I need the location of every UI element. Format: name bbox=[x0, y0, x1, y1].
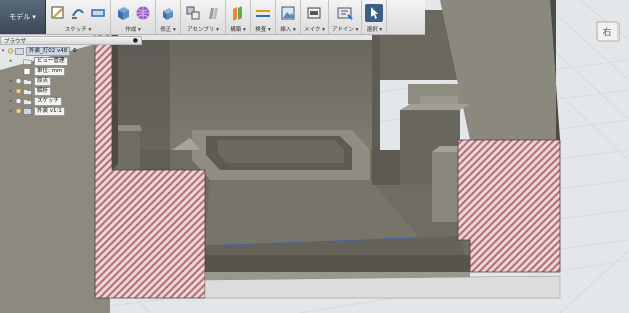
toolbar-group-label: 選択 ▾ bbox=[366, 27, 383, 33]
folder-icon bbox=[23, 58, 32, 65]
folder-icon bbox=[23, 78, 32, 85]
toolbar-group-sketch[interactable]: スケッチ ▾ bbox=[46, 0, 111, 34]
extrude-icon[interactable] bbox=[114, 4, 132, 22]
joint-icon[interactable] bbox=[204, 4, 222, 22]
tree-item-label: 外装 v1:1 bbox=[34, 106, 65, 116]
expand-arrow-icon[interactable]: ▸ bbox=[8, 108, 14, 114]
sketch-icon[interactable] bbox=[49, 4, 67, 22]
toolbar-group-addins[interactable]: アドイン ▾ bbox=[329, 0, 363, 34]
toolbar-group-label: 挿入 ▾ bbox=[280, 27, 296, 33]
toolbar-group-inspect[interactable]: 検査 ▾ bbox=[251, 0, 276, 34]
settings-icon[interactable]: ⚙ bbox=[72, 48, 77, 54]
visibility-bulb-icon[interactable] bbox=[15, 107, 22, 115]
tree-item-sketches[interactable]: ▸ スケッチ bbox=[0, 96, 110, 106]
tree-item-label: 外装_灯02 v48 bbox=[26, 46, 71, 56]
expand-arrow-icon[interactable]: ▸ bbox=[8, 88, 14, 94]
toolbar-group-modify[interactable]: 修正 ▾ bbox=[156, 0, 181, 34]
tree-item-label: 単位: mm bbox=[34, 66, 66, 76]
visibility-bulb-icon[interactable] bbox=[15, 77, 22, 85]
offset-plane-icon[interactable] bbox=[229, 4, 247, 22]
expand-arrow-icon[interactable]: ▸ bbox=[8, 98, 14, 104]
tree-item-label: 原点 bbox=[34, 76, 52, 86]
toolbar-group-label: スケッチ ▾ bbox=[64, 27, 92, 33]
expand-arrow-icon[interactable]: ▸ bbox=[8, 58, 14, 64]
3d-print-icon[interactable] bbox=[305, 4, 323, 22]
main-toolbar: モデル ▾ スケッチ ▾ 作成 ▾ 修正 ▾ アセンブリ ▾ 構築 ▾ 検査 ▾… bbox=[0, 0, 425, 35]
visibility-bulb-icon[interactable] bbox=[15, 97, 22, 105]
toolbar-group-construct[interactable]: 構築 ▾ bbox=[226, 0, 251, 34]
insert-image-icon[interactable] bbox=[279, 4, 297, 22]
select-cursor-icon[interactable] bbox=[365, 4, 384, 22]
tree-item-analysis[interactable]: ▸ 解析 bbox=[0, 86, 110, 96]
toolbar-group-create[interactable]: 作成 ▾ bbox=[111, 0, 156, 34]
arc-icon[interactable] bbox=[69, 4, 87, 22]
toolbar-group-label: 構築 ▾ bbox=[230, 27, 246, 33]
toolbar-group-insert[interactable]: 挿入 ▾ bbox=[276, 0, 301, 34]
folder-icon bbox=[23, 88, 32, 95]
tree-item-label: 解析 bbox=[34, 86, 52, 96]
tree-item-view-management[interactable]: ▸ ビュー管理 bbox=[0, 56, 110, 66]
toolbar-group-label: 修正 ▾ bbox=[160, 27, 176, 33]
toolbar-group-label: 検査 ▾ bbox=[255, 27, 271, 33]
scripts-icon[interactable] bbox=[336, 4, 354, 22]
collapse-arrow-icon[interactable]: ▾ bbox=[0, 48, 6, 54]
toolbar-group-label: アドイン ▾ bbox=[331, 27, 359, 33]
expand-arrow-icon[interactable]: ▸ bbox=[8, 78, 14, 84]
document-icon bbox=[15, 47, 24, 55]
view-cube-face-label[interactable]: 右 bbox=[602, 26, 611, 38]
sphere-mesh-icon[interactable] bbox=[134, 4, 152, 22]
tree-item-units[interactable]: 単位: mm bbox=[0, 66, 110, 76]
toolbar-group-assemble[interactable]: アセンブリ ▾ bbox=[181, 0, 226, 34]
rectangle-icon[interactable] bbox=[89, 4, 107, 22]
tree-item-label: スケッチ bbox=[34, 96, 63, 106]
tree-item-origin[interactable]: ▸ 原点 bbox=[0, 76, 110, 86]
toolbar-group-make[interactable]: メイク ▾ bbox=[301, 0, 329, 34]
browser-title: ブラウザ bbox=[4, 38, 27, 45]
toolbar-group-label: アセンブリ ▾ bbox=[187, 27, 219, 33]
tree-item-root[interactable]: ▾ 外装_灯02 v48 ⚙ bbox=[0, 46, 110, 56]
view-cube[interactable]: 右 bbox=[595, 19, 621, 43]
pin-icon[interactable]: ● bbox=[133, 37, 138, 44]
toolbar-group-label: 作成 ▾ bbox=[125, 27, 141, 33]
visibility-bulb-icon[interactable] bbox=[7, 47, 14, 55]
workspace-mode-button[interactable]: モデル ▾ bbox=[0, 0, 46, 34]
measure-icon[interactable] bbox=[254, 4, 272, 22]
new-component-icon[interactable] bbox=[184, 4, 202, 22]
browser-tree: ▾ 外装_灯02 v48 ⚙ ▸ ビュー管理 単位: mm ▸ 原点 ▸ 解析 … bbox=[0, 46, 110, 116]
folder-icon bbox=[23, 98, 32, 105]
view-cube-shape: 右 bbox=[596, 21, 620, 42]
tree-item-label: ビュー管理 bbox=[34, 56, 68, 66]
toolbar-group-select[interactable]: 選択 ▾ bbox=[362, 0, 388, 34]
press-pull-icon[interactable] bbox=[159, 4, 177, 22]
component-icon bbox=[23, 107, 32, 115]
document-settings-icon bbox=[23, 67, 31, 75]
visibility-bulb-icon[interactable] bbox=[15, 87, 22, 95]
browser-panel-header[interactable]: ブラウザ ● bbox=[0, 36, 142, 45]
toolbar-group-label: メイク ▾ bbox=[304, 27, 325, 33]
tree-item-component[interactable]: ▸ 外装 v1:1 bbox=[0, 106, 110, 116]
